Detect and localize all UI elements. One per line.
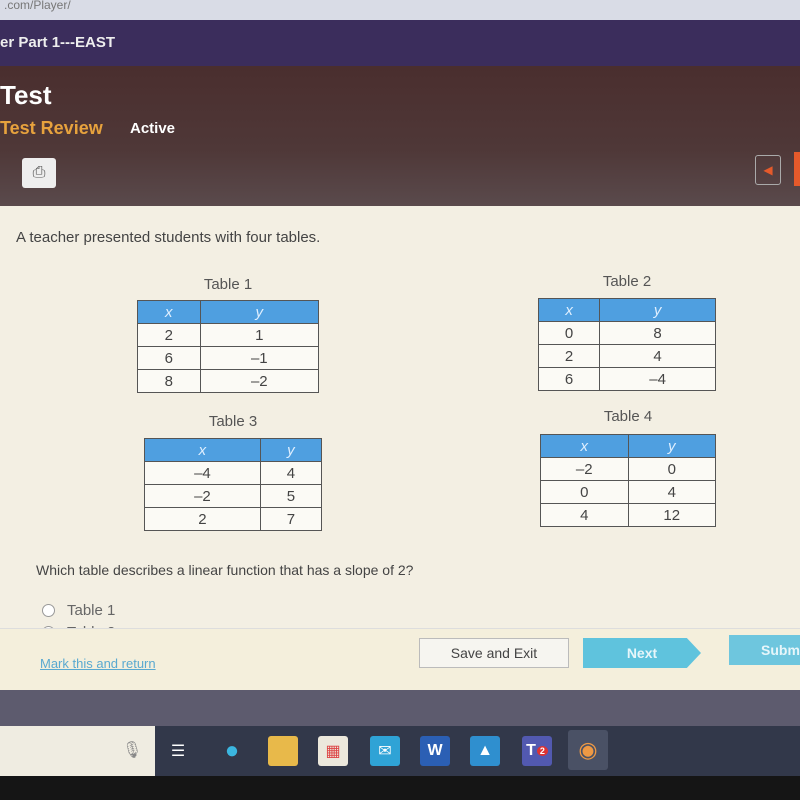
table-4: xy –2 0 04 4 12 bbox=[540, 434, 716, 527]
header-x: x bbox=[137, 300, 201, 324]
screen-margin bbox=[0, 690, 800, 726]
address-bar[interactable]: .com/Player/ bbox=[0, 0, 800, 20]
cell: 4 bbox=[627, 480, 716, 504]
cell: 0 bbox=[627, 457, 716, 481]
teams-icon[interactable]: T2 bbox=[522, 736, 552, 766]
cell: –4 bbox=[144, 461, 261, 485]
mail-icon[interactable]: ✉ bbox=[370, 736, 400, 766]
header-x: x bbox=[537, 298, 601, 322]
table-row: 6 –1 bbox=[137, 346, 320, 370]
next-button[interactable]: Next bbox=[583, 638, 701, 668]
header-x: x bbox=[540, 434, 629, 458]
cell: –2 bbox=[144, 484, 261, 508]
next-question-button[interactable] bbox=[794, 152, 800, 186]
store-icon[interactable]: ▦ bbox=[318, 736, 348, 766]
monitor-bezel bbox=[0, 776, 800, 800]
table-row: 8 –2 bbox=[137, 369, 320, 393]
cell: 4 bbox=[599, 344, 716, 368]
cell: 7 bbox=[259, 507, 323, 531]
course-name: er Part 1---EAST bbox=[0, 34, 116, 51]
cell: –2 bbox=[540, 457, 629, 481]
cell: 5 bbox=[259, 484, 323, 508]
table-row: 04 bbox=[540, 480, 716, 504]
table-1: xy 21 6 –1 8 –2 bbox=[137, 300, 320, 393]
header-y: y bbox=[199, 300, 320, 324]
table-row: 24 bbox=[537, 344, 716, 368]
table-3-title: Table 3 bbox=[208, 413, 258, 430]
chrome-icon[interactable]: ◉ bbox=[568, 730, 608, 770]
submit-button[interactable]: Submit bbox=[729, 635, 800, 665]
table-2-title: Table 2 bbox=[602, 273, 652, 290]
table-row: 21 bbox=[137, 323, 320, 347]
table-row: 6 –4 bbox=[537, 367, 716, 391]
page-title: Test bbox=[0, 80, 52, 110]
save-and-exit-button[interactable]: Save and Exit bbox=[419, 638, 569, 668]
print-button[interactable]: ⎙ bbox=[22, 158, 56, 188]
cell: –1 bbox=[199, 346, 320, 370]
table-4-title: Table 4 bbox=[603, 408, 653, 425]
cell: 4 bbox=[259, 461, 323, 485]
task-view-icon[interactable]: ☰ bbox=[163, 736, 193, 766]
cell: 4 bbox=[540, 503, 629, 527]
cell: 2 bbox=[144, 507, 261, 531]
table-row: –4 4 bbox=[144, 461, 323, 485]
table-2: xy 08 24 6 –4 bbox=[537, 298, 716, 391]
table-row: 4 12 bbox=[540, 503, 716, 527]
cell: 12 bbox=[627, 503, 716, 527]
cell: 6 bbox=[137, 346, 201, 370]
notification-badge: 2 bbox=[536, 746, 548, 756]
header-y: y bbox=[599, 298, 716, 322]
header-y: y bbox=[627, 434, 716, 458]
cell: 8 bbox=[599, 321, 716, 345]
table-row: –2 0 bbox=[540, 457, 716, 481]
file-explorer-icon[interactable] bbox=[268, 736, 298, 766]
option-label: Table 1 bbox=[67, 602, 116, 619]
edge-icon[interactable]: ● bbox=[217, 736, 247, 766]
cell: 1 bbox=[199, 323, 320, 347]
cell: 8 bbox=[137, 369, 201, 393]
status-label: Active bbox=[130, 120, 176, 137]
activity-subtitle: Test Review bbox=[0, 118, 103, 138]
course-bar: er Part 1---EAST bbox=[0, 20, 800, 66]
table-3: xy –4 4 –2 5 27 bbox=[144, 438, 323, 531]
cell: 0 bbox=[537, 321, 601, 345]
microphone-icon[interactable]: 🎙 bbox=[122, 742, 142, 759]
header-y: y bbox=[259, 438, 323, 462]
cell: 0 bbox=[540, 480, 629, 504]
question-prompt: A teacher presented students with four t… bbox=[16, 229, 321, 246]
table-row: 27 bbox=[144, 507, 323, 531]
taskbar-search[interactable]: 🎙 bbox=[0, 726, 155, 776]
cell: –2 bbox=[199, 369, 320, 393]
cell: –4 bbox=[599, 367, 716, 391]
table-row: –2 5 bbox=[144, 484, 323, 508]
cell: 6 bbox=[537, 367, 601, 391]
table-row: 08 bbox=[537, 321, 716, 345]
photos-icon[interactable]: ▲ bbox=[470, 736, 500, 766]
radio-button[interactable] bbox=[42, 604, 55, 617]
url-text: .com/Player/ bbox=[4, 0, 71, 12]
cell: 2 bbox=[137, 323, 201, 347]
table-1-title: Table 1 bbox=[203, 276, 253, 293]
header-x: x bbox=[144, 438, 261, 462]
word-icon[interactable]: W bbox=[420, 736, 450, 766]
printer-icon: ⎙ bbox=[32, 164, 46, 181]
previous-button[interactable]: ◀ bbox=[755, 155, 781, 185]
option-table-1[interactable]: Table 1 bbox=[42, 602, 115, 619]
mark-and-return-link[interactable]: Mark this and return bbox=[40, 656, 156, 671]
question-text: Which table describes a linear function … bbox=[36, 562, 414, 578]
activity-header bbox=[0, 66, 800, 206]
chevron-left-icon: ◀ bbox=[763, 163, 773, 177]
cell: 2 bbox=[537, 344, 601, 368]
